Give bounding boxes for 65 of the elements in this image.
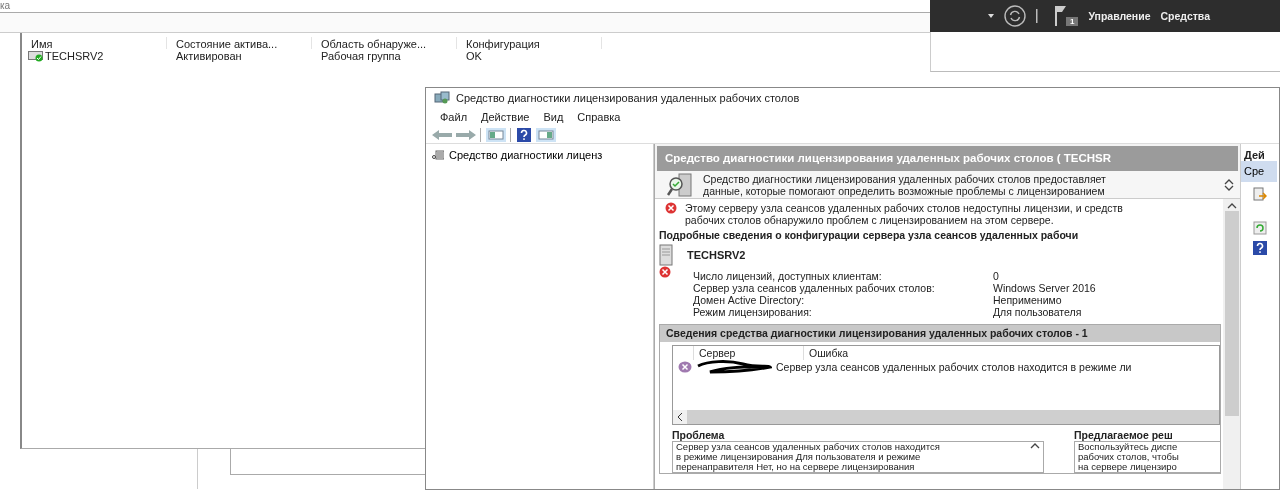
table-cell-text: Рабочая группа — [320, 50, 402, 63]
menu-item[interactable]: Действие — [481, 108, 530, 126]
flag-icon[interactable] — [1054, 6, 1066, 26]
property-value: Для пользователя — [993, 306, 1082, 318]
property-label: Число лицензий, доступных клиентам: — [693, 270, 883, 282]
separator-icon — [480, 127, 482, 142]
menu-item[interactable]: Файл — [440, 108, 468, 126]
table-cell-text: OK — [465, 50, 483, 63]
scrollbar-thumb[interactable] — [1224, 211, 1239, 416]
menu-item[interactable]: Справка — [577, 108, 621, 126]
property-value: Windows Server 2016 — [993, 282, 1096, 294]
separator-icon — [510, 127, 512, 142]
column-header[interactable]: Ошибка — [803, 346, 849, 360]
help-icon[interactable] — [1253, 240, 1267, 255]
property-label: Режим лицензирования: — [693, 306, 813, 318]
error-icon — [678, 361, 692, 373]
notification-count: 1 — [1066, 17, 1079, 26]
help-icon[interactable] — [516, 127, 532, 142]
dropdown-caret-icon[interactable] — [988, 14, 994, 18]
chevron-up-icon[interactable] — [1226, 202, 1237, 209]
chevron-up-icon[interactable] — [1030, 442, 1040, 449]
server-check-icon — [28, 50, 44, 62]
column-header[interactable]: Конфигурация — [457, 37, 602, 49]
app-icon — [434, 91, 450, 105]
server-tower-icon — [659, 244, 673, 266]
panel-title: Сведения средства диагностики лицензирования удаленных рабочих столов - 1 — [660, 325, 1220, 342]
table-cell: TECHSRV2 — [45, 49, 104, 63]
window-title: Средство диагностики лицензирования удаленных рабочих столов — [456, 90, 800, 106]
error-icon — [659, 266, 671, 278]
menu-item[interactable]: Вид — [543, 108, 564, 126]
table-cell: Сервер узла сеансов удаленных рабочих столов находится в режиме ли — [776, 360, 1132, 374]
vertical-scrollbar[interactable] — [1223, 199, 1240, 489]
property-value: 0 — [993, 270, 999, 282]
property-label: Сервер узла сеансов удаленных рабочих столов: — [693, 282, 936, 294]
menu-item[interactable]: Средства — [1160, 9, 1211, 23]
field-label: Предлагаемое реш — [1074, 429, 1174, 441]
action-item[interactable]: Сре — [1241, 161, 1277, 182]
error-icon — [665, 202, 677, 214]
column-header[interactable]: Сервер — [693, 346, 803, 360]
export-icon[interactable] — [1253, 186, 1267, 201]
column-header[interactable]: Состояние актива... — [167, 37, 312, 49]
chevron-up-icon[interactable] — [1224, 178, 1234, 185]
column-header[interactable]: Имя — [22, 37, 167, 49]
show-hide-pane-icon[interactable] — [486, 127, 506, 142]
error-message: Этому серверу узла сеансов удаленных рабочих столов недоступны лицензии, и средств рабочих столов обнаружило проблем с лицензированием на этом сервере. — [685, 202, 1123, 226]
description-text: Средство диагностики лицензирования удаленных рабочих столов предоставляет данные, которые помогают определить возможные проблемы с лицензированием — [703, 173, 1106, 197]
menu-item[interactable]: Управление — [1088, 9, 1151, 23]
section-heading: Подробные сведения о конфигурации сервера узла сеансов удаленных рабочи — [659, 229, 1080, 241]
property-value: Неприменимо — [993, 294, 1062, 306]
problem-text-field: Сервер узла сеансов удаленных рабочих столов находится в режиме лицензирования Для пользователя и режиме перенаправителя Нет, но на сервере лицензирования — [672, 441, 1044, 473]
pane-title: Средство диагностики лицензирования удаленных рабочих столов ( TECHSR — [665, 150, 1111, 166]
tree-node-icon — [432, 150, 444, 161]
refresh-icon[interactable] — [1004, 5, 1026, 27]
tree-item[interactable]: Средство диагностики лиценз — [430, 147, 605, 164]
chevron-down-icon[interactable] — [1224, 185, 1234, 192]
column-header[interactable]: Область обнаруже... — [312, 37, 457, 49]
horizontal-scrollbar[interactable] — [673, 410, 1219, 424]
window-title: ка — [0, 0, 11, 11]
pane-title: Дей — [1243, 148, 1266, 161]
field-label: Проблема — [672, 429, 726, 441]
scroll-left-icon[interactable] — [673, 410, 687, 424]
separator-icon — [1036, 9, 1038, 23]
table-cell-text: Активирован — [175, 49, 243, 63]
property-label: Домен Active Directory: — [693, 294, 806, 306]
server-name: TECHSRV2 — [687, 249, 746, 261]
